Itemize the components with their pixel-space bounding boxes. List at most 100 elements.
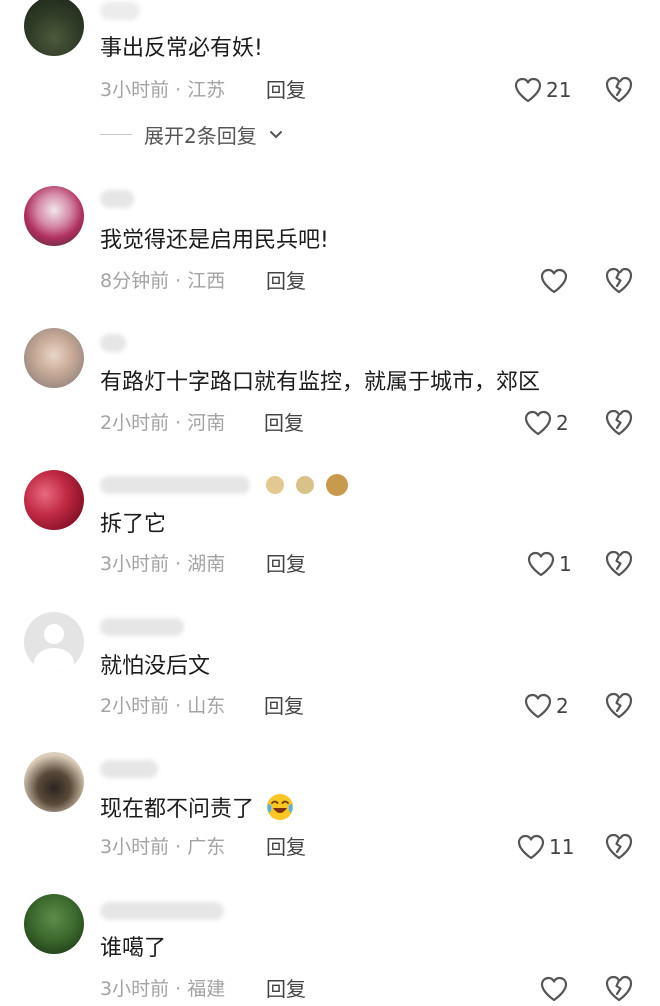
dislike-button[interactable] [604, 75, 636, 105]
heart-icon [517, 834, 545, 860]
avatar[interactable] [24, 470, 84, 530]
comment-meta: 3小时前 · 湖南 [100, 551, 225, 577]
avatar[interactable] [24, 0, 84, 56]
broken-heart-icon [605, 975, 633, 1002]
comment-text: 有路灯十字路口就有监控，就属于城市，郊区 [100, 370, 541, 395]
meta-separator: · [175, 270, 188, 292]
comment-time: 3小时前 [100, 836, 170, 858]
comment-meta: 3小时前 · 福建 [100, 976, 225, 1002]
heart-icon [524, 693, 552, 719]
like-button[interactable]: 2 [524, 408, 569, 438]
heart-icon [540, 976, 568, 1002]
dislike-button[interactable] [604, 974, 636, 1004]
comment-location: 福建 [187, 978, 226, 1000]
heart-icon [540, 268, 568, 294]
expand-replies-button[interactable]: 展开2条回复 [100, 120, 283, 149]
heart-icon [514, 77, 542, 103]
comment-meta: 3小时前 · 广东 [100, 834, 225, 860]
username-blurred[interactable] [100, 760, 158, 778]
comment-text: 现在都不问责了 [100, 792, 295, 825]
like-button[interactable]: 2 [524, 691, 569, 721]
chevron-down-icon [269, 130, 282, 138]
reply-button[interactable]: 回复 [266, 268, 306, 294]
comment-time: 3小时前 [100, 553, 170, 575]
like-count: 2 [556, 411, 569, 435]
avatar[interactable] [24, 894, 84, 954]
meta-separator: · [175, 79, 188, 101]
broken-heart-icon [605, 692, 633, 719]
meta-separator: · [175, 978, 188, 1000]
broken-heart-icon [605, 76, 633, 103]
avatar[interactable] [24, 752, 84, 812]
reply-button[interactable]: 回复 [266, 976, 306, 1002]
comment-text: 拆了它 [100, 512, 167, 537]
money-bag-icon [326, 474, 348, 496]
comment-time: 3小时前 [100, 79, 170, 101]
comment-text: 谁噶了 [100, 936, 167, 961]
username-blurred[interactable] [100, 476, 250, 494]
broken-heart-icon [605, 267, 633, 294]
reply-button[interactable]: 回复 [264, 410, 304, 436]
comment-location: 广东 [187, 836, 226, 858]
like-button[interactable] [540, 266, 572, 296]
username-blurred[interactable] [100, 902, 224, 920]
default-avatar-body [34, 648, 74, 672]
comment-location: 河南 [187, 412, 226, 434]
dislike-button[interactable] [604, 691, 636, 721]
avatar[interactable] [24, 328, 84, 388]
comment-location: 江苏 [187, 79, 226, 101]
comment-time: 2小时前 [100, 412, 170, 434]
meta-separator: · [175, 412, 188, 434]
reply-button[interactable]: 回复 [264, 693, 304, 719]
dislike-button[interactable] [604, 549, 636, 579]
comment-meta: 2小时前 · 山东 [100, 693, 225, 719]
comment-text: 我觉得还是启用民兵吧! [100, 228, 329, 253]
like-button[interactable]: 1 [527, 549, 572, 579]
username-blurred[interactable] [100, 334, 126, 352]
comment-time: 3小时前 [100, 978, 170, 1000]
broken-heart-icon [605, 409, 633, 436]
comment-location: 湖南 [187, 553, 226, 575]
broken-heart-icon [605, 833, 633, 860]
like-count: 21 [546, 78, 572, 102]
like-button[interactable]: 21 [514, 75, 571, 105]
avatar[interactable] [24, 612, 84, 672]
comment-location: 江西 [187, 270, 226, 292]
meta-separator: · [175, 553, 188, 575]
like-button[interactable] [540, 974, 572, 1004]
crying-laughing-emoji-icon [267, 794, 294, 820]
comment-location: 山东 [187, 695, 226, 717]
username-blurred[interactable] [100, 190, 134, 208]
expand-replies-label: 展开2条回复 [144, 124, 257, 148]
comment-text: 事出反常必有妖! [100, 36, 263, 61]
reply-button[interactable]: 回复 [266, 834, 306, 860]
comment-meta: 2小时前 · 河南 [100, 410, 225, 436]
expand-divider [100, 134, 132, 135]
heart-icon [527, 551, 555, 577]
comment-meta: 3小时前 · 江苏 [100, 77, 225, 103]
like-button[interactable]: 11 [517, 832, 574, 862]
like-count: 11 [549, 835, 575, 859]
comment-text-content: 现在都不问责了 [100, 797, 255, 822]
meta-separator: · [175, 836, 188, 858]
comment-text: 就怕没后文 [100, 654, 211, 679]
reply-button[interactable]: 回复 [266, 551, 306, 577]
like-count: 1 [559, 552, 572, 576]
dislike-button[interactable] [604, 408, 636, 438]
username-blurred[interactable] [100, 618, 184, 636]
default-avatar-head [44, 624, 64, 644]
heart-icon [524, 410, 552, 436]
like-count: 2 [556, 694, 569, 718]
comment-time: 2小时前 [100, 695, 170, 717]
dislike-button[interactable] [604, 832, 636, 862]
badge-icon [296, 476, 314, 494]
comment-meta: 8分钟前 · 江西 [100, 268, 225, 294]
comment-time: 8分钟前 [100, 270, 170, 292]
badge-icon [266, 476, 284, 494]
avatar[interactable] [24, 186, 84, 246]
reply-button[interactable]: 回复 [266, 77, 306, 103]
broken-heart-icon [605, 550, 633, 577]
username-blurred[interactable] [100, 2, 140, 20]
dislike-button[interactable] [604, 266, 636, 296]
meta-separator: · [175, 695, 188, 717]
